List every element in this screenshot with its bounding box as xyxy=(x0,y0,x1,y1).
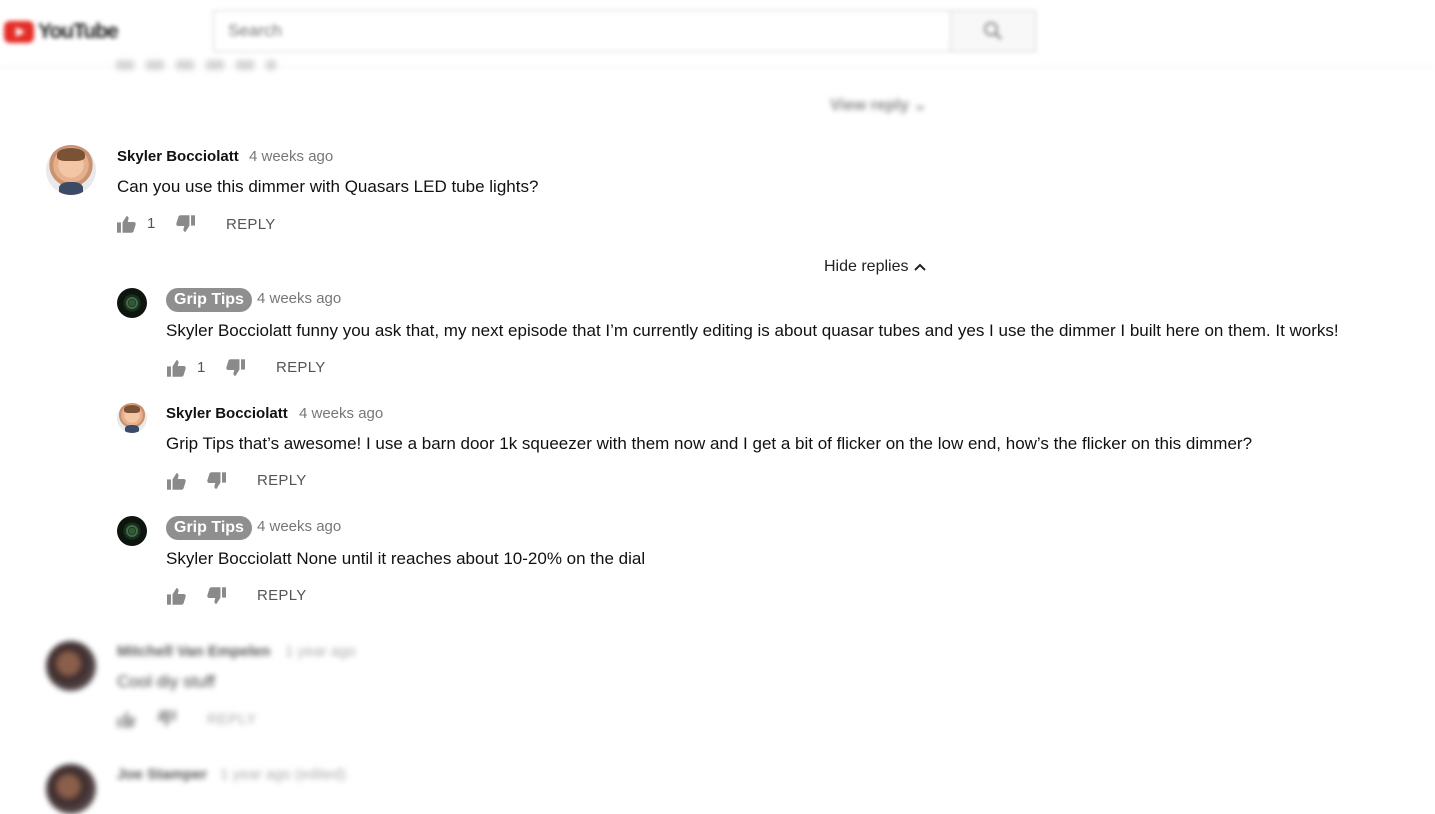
reply-button[interactable]: REPLY xyxy=(207,711,257,728)
reply-timestamp[interactable]: 4 weeks ago xyxy=(257,518,341,535)
comment-text: Can you use this dimmer with Quasars LED… xyxy=(117,177,539,196)
comment-timestamp[interactable]: 1 year ago (edited) xyxy=(220,766,346,783)
view-reply-button[interactable]: View reply ⌄ xyxy=(830,95,927,115)
reply-text: Skyler Bocciolatt funny you ask that, my… xyxy=(166,321,1339,340)
thumbs-down-icon[interactable] xyxy=(157,710,176,728)
thumbs-up-icon[interactable] xyxy=(117,215,136,233)
thumbs-up-icon[interactable] xyxy=(167,359,186,377)
search-button[interactable] xyxy=(951,10,1036,52)
thumbs-up-icon[interactable] xyxy=(117,710,136,728)
thumbs-down-icon[interactable] xyxy=(207,587,226,605)
thumbs-down-icon[interactable] xyxy=(207,472,226,490)
like-count: 1 xyxy=(197,359,206,376)
comment-text: Cool diy stuff xyxy=(117,672,215,691)
comment-author[interactable]: Joe Stamper xyxy=(117,766,207,783)
thumbs-up-icon[interactable] xyxy=(167,587,186,605)
comment-author[interactable]: Mitchell Van Empelen xyxy=(117,643,270,660)
reply-text: Skyler Bocciolatt None until it reaches … xyxy=(166,549,646,568)
comment-timestamp[interactable]: 4 weeks ago xyxy=(249,148,333,165)
search-icon xyxy=(984,22,1002,40)
previous-comment-remnant xyxy=(116,60,276,70)
search-input[interactable] xyxy=(213,10,951,52)
reply-timestamp[interactable]: 4 weeks ago xyxy=(257,290,341,307)
thumbs-up-icon[interactable] xyxy=(167,472,186,490)
chevron-up-icon xyxy=(914,263,927,271)
thumbs-down-icon[interactable] xyxy=(226,359,245,377)
reply-button[interactable]: REPLY xyxy=(226,216,276,233)
logo-text: YouTube xyxy=(38,20,119,43)
youtube-logo[interactable]: YouTube xyxy=(4,20,119,44)
avatar[interactable] xyxy=(46,145,96,195)
view-reply-label: View reply xyxy=(830,97,909,114)
avatar[interactable] xyxy=(46,641,96,691)
reply-button[interactable]: REPLY xyxy=(257,472,307,489)
avatar[interactable] xyxy=(46,764,96,814)
reply-button[interactable]: REPLY xyxy=(257,587,307,604)
reply-text: Grip Tips that’s awesome! I use a barn d… xyxy=(166,434,1253,453)
reply-author[interactable]: Skyler Bocciolatt xyxy=(166,405,288,422)
reply-timestamp[interactable]: 4 weeks ago xyxy=(299,405,383,422)
hide-replies-label: Hide replies xyxy=(824,258,909,275)
reply-button[interactable]: REPLY xyxy=(276,359,326,376)
comment-timestamp[interactable]: 1 year ago xyxy=(285,643,356,660)
like-count: 1 xyxy=(147,215,156,232)
play-logo-icon xyxy=(4,21,34,43)
masthead: YouTube xyxy=(0,0,1435,67)
chevron-down-icon: ⌄ xyxy=(913,97,927,114)
hide-replies-button[interactable]: Hide replies xyxy=(824,258,927,276)
avatar[interactable] xyxy=(117,288,147,318)
creator-author-badge[interactable]: Grip Tips xyxy=(166,288,252,312)
avatar[interactable] xyxy=(117,516,147,546)
comment-author[interactable]: Skyler Bocciolatt xyxy=(117,148,239,165)
thumbs-down-icon[interactable] xyxy=(176,215,195,233)
creator-author-badge[interactable]: Grip Tips xyxy=(166,516,252,540)
avatar[interactable] xyxy=(117,403,147,433)
